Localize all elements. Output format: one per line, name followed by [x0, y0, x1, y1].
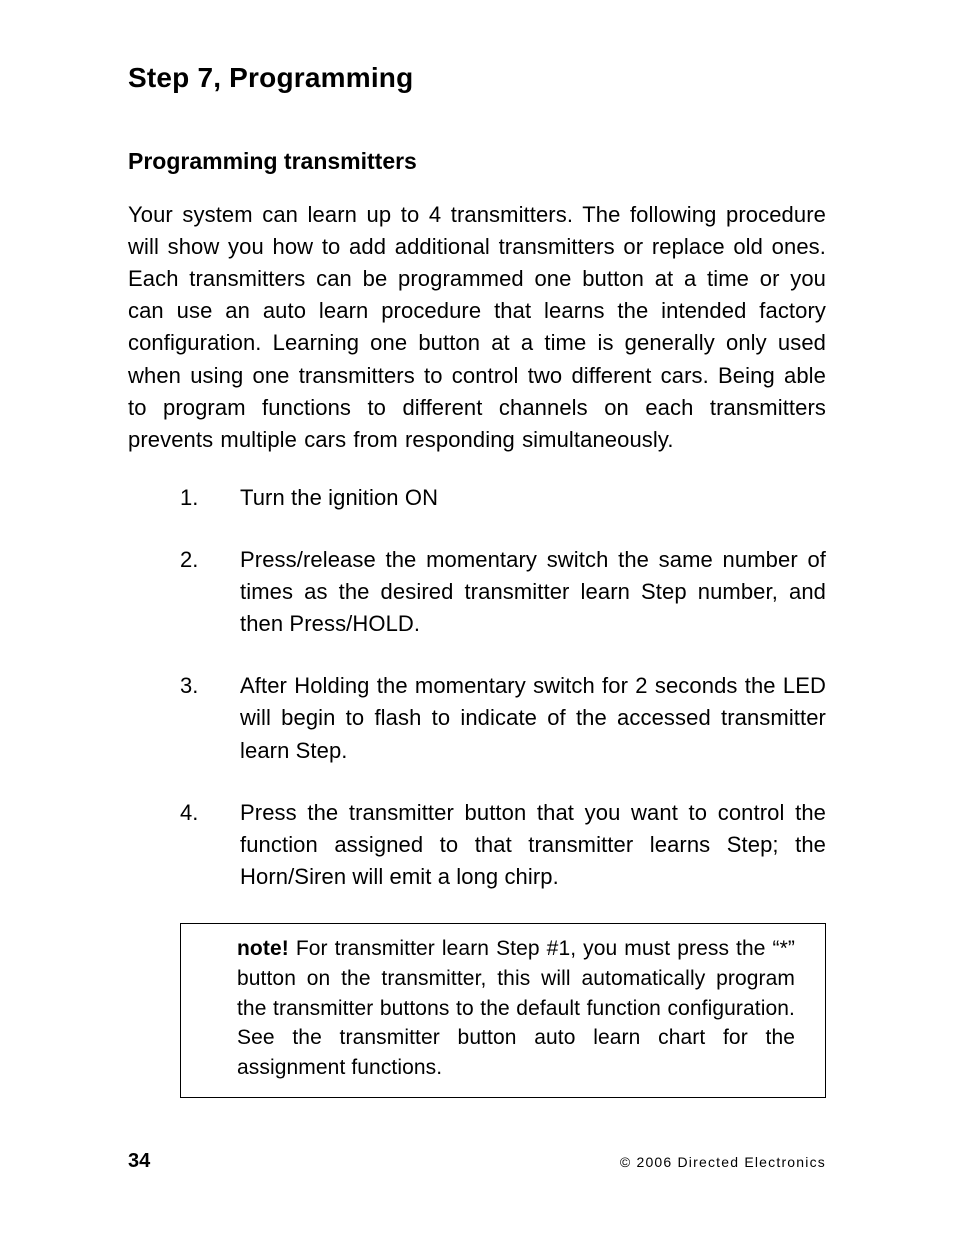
list-number: 2.	[180, 544, 240, 640]
note-box: note! For transmitter learn Step #1, you…	[180, 923, 826, 1098]
list-text: After Holding the momentary switch for 2…	[240, 670, 826, 766]
list-text: Turn the ignition ON	[240, 482, 826, 514]
page-number: 34	[128, 1150, 150, 1173]
list-text: Press/release the momentary switch the s…	[240, 544, 826, 640]
section-heading: Step 7, Programming	[128, 62, 826, 94]
list-item: 1. Turn the ignition ON	[180, 482, 826, 514]
list-item: 2. Press/release the momentary switch th…	[180, 544, 826, 640]
list-item: 4. Press the transmitter button that you…	[180, 797, 826, 893]
note-body: For transmitter learn Step #1, you must …	[237, 937, 795, 1079]
subsection-heading: Programming transmitters	[128, 148, 826, 175]
list-item: 3. After Holding the momentary switch fo…	[180, 670, 826, 766]
intro-paragraph: Your system can learn up to 4 transmitte…	[128, 199, 826, 456]
list-number: 3.	[180, 670, 240, 766]
page: Step 7, Programming Programming transmit…	[0, 0, 954, 1235]
copyright-text: © 2006 Directed Electronics	[620, 1154, 826, 1170]
list-number: 4.	[180, 797, 240, 893]
list-text: Press the transmitter button that you wa…	[240, 797, 826, 893]
page-footer: 34 © 2006 Directed Electronics	[128, 1150, 826, 1173]
note-text: note! For transmitter learn Step #1, you…	[237, 934, 795, 1083]
list-number: 1.	[180, 482, 240, 514]
note-label: note!	[237, 937, 289, 960]
ordered-steps: 1. Turn the ignition ON 2. Press/release…	[180, 482, 826, 893]
